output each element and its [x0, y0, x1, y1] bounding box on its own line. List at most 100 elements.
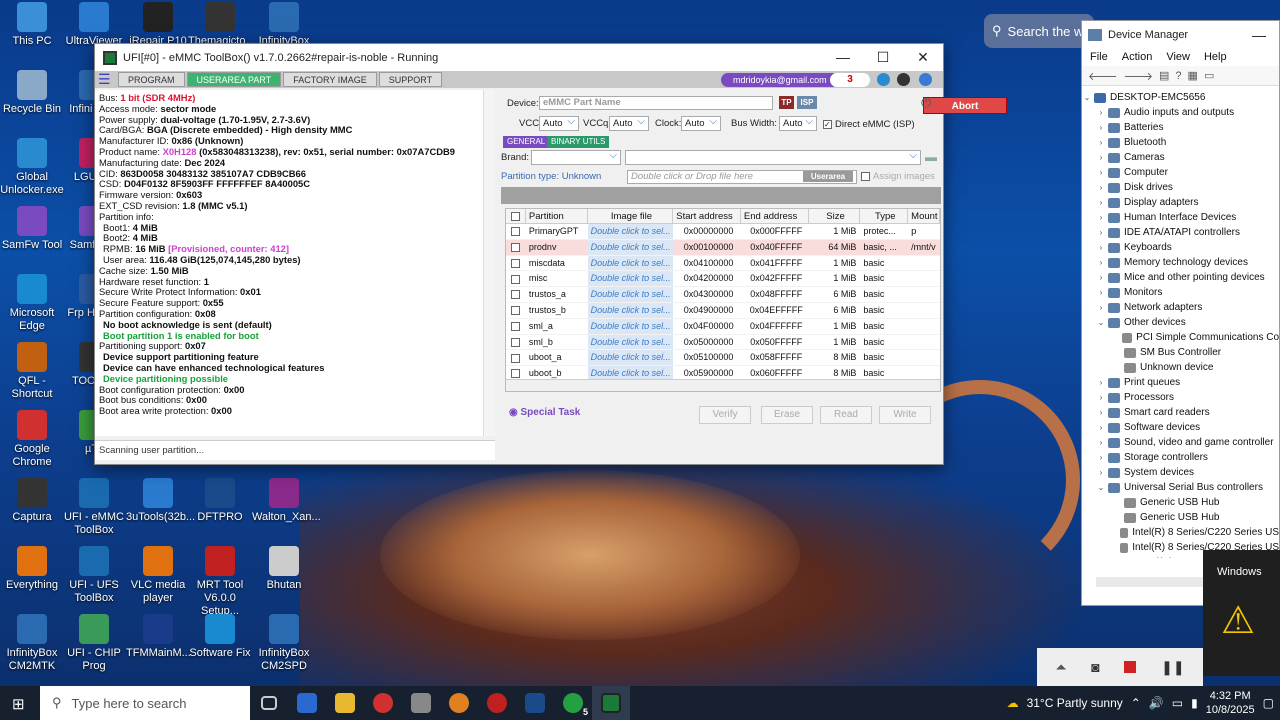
erase-button[interactable]: Erase	[761, 406, 813, 424]
read-button[interactable]: Read	[820, 406, 872, 424]
tree-node[interactable]: › System devices	[1082, 465, 1279, 480]
desktop-icon-8[interactable]: Global Unlocker.exe	[0, 138, 64, 197]
expand-icon[interactable]: ›	[1096, 375, 1106, 390]
tree-node[interactable]: › Audio inputs and outputs	[1082, 105, 1279, 120]
store-icon[interactable]	[288, 686, 326, 720]
help-icon[interactable]: ?	[1175, 70, 1181, 82]
desktop-icon-6[interactable]: Recycle Bin	[0, 70, 64, 116]
app-orange-icon[interactable]	[440, 686, 478, 720]
tree-node[interactable]: › IDE ATA/ATAPI controllers	[1082, 225, 1279, 240]
col-mount[interactable]: Mount p	[908, 209, 940, 237]
desktop-icon-3[interactable]: iRepair P10	[126, 2, 190, 48]
row-checkbox[interactable]	[506, 319, 526, 334]
table-row[interactable]: prodnv Double click to sel... 0x00100000 0x…	[506, 239, 940, 256]
menu-file[interactable]: File	[1090, 48, 1108, 66]
model-select[interactable]	[625, 149, 921, 165]
vccq-select[interactable]: Auto	[609, 115, 649, 131]
table-row[interactable]: trustos_b Double click to sel... 0x0490000…	[506, 302, 940, 319]
task-view-icon[interactable]	[250, 686, 288, 720]
menu-action[interactable]: Action	[1122, 48, 1153, 66]
table-cell[interactable]: Double click to sel...	[587, 287, 674, 302]
chrome-icon[interactable]	[364, 686, 402, 720]
desktop-icon-23[interactable]: Everything	[0, 546, 64, 592]
account-email[interactable]: mdridoykia@gmail.com	[721, 73, 839, 87]
tp-button[interactable]: TP	[779, 96, 794, 109]
assign-images-checkbox[interactable]: Assign images	[861, 171, 935, 182]
expand-icon[interactable]: ›	[1096, 210, 1106, 225]
tree-node[interactable]: › Bluetooth	[1082, 135, 1279, 150]
row-checkbox[interactable]	[506, 350, 526, 365]
expand-icon[interactable]: ›	[1096, 165, 1106, 180]
expand-icon[interactable]: ›	[1096, 390, 1106, 405]
notification-center-icon[interactable]: ▢	[1263, 696, 1274, 710]
expand-icon[interactable]: ⌄	[1096, 480, 1106, 495]
desktop-icon-26[interactable]: MRT Tool V6.0.0 Setup...	[188, 546, 252, 618]
desktop-icon-2[interactable]: UltraViewer	[62, 2, 126, 48]
table-row[interactable]: sml_b Double click to sel... 0x05000000 0x0…	[506, 334, 940, 351]
search-pill[interactable]: ⚲ Search the w	[984, 14, 1094, 48]
write-button[interactable]: Write	[879, 406, 931, 424]
table-cell[interactable]: Double click to sel...	[587, 318, 674, 334]
tree-node[interactable]: › Monitors	[1082, 285, 1279, 300]
direct-emmc-checkbox[interactable]: ✓ Direct eMMC (ISP)	[823, 119, 915, 130]
isp-button[interactable]: ISP	[797, 96, 817, 109]
desktop-icon-1[interactable]: This PC	[0, 2, 64, 48]
expand-icon[interactable]: ›	[1096, 285, 1106, 300]
table-row[interactable]: misc Double click to sel... 0x04200000 0x04…	[506, 271, 940, 288]
expand-icon[interactable]: ›	[1096, 270, 1106, 285]
download-icon[interactable]	[877, 73, 890, 86]
table-row[interactable]: trustos_a Double click to sel... 0x0430000…	[506, 287, 940, 303]
weather-text[interactable]: 31°C Partly sunny	[1027, 696, 1123, 710]
tree-node[interactable]: › Storage controllers	[1082, 450, 1279, 465]
taskbar-search[interactable]: ⚲ Type here to search	[40, 686, 250, 720]
tree-node[interactable]: PCI Simple Communications Co	[1082, 330, 1279, 345]
tree-node[interactable]: › Processors	[1082, 390, 1279, 405]
tree-node[interactable]: ⌄ Other devices	[1082, 315, 1279, 330]
expand-icon[interactable]: ›	[1096, 240, 1106, 255]
stop-icon[interactable]	[1124, 661, 1137, 673]
desktop-icon-25[interactable]: VLC media player	[126, 546, 190, 605]
row-checkbox[interactable]	[506, 303, 526, 318]
desktop-icon-16[interactable]: Google Chrome	[0, 410, 64, 469]
expand-icon[interactable]: ›	[1096, 465, 1106, 480]
tree-node[interactable]: › Smart card readers	[1082, 405, 1279, 420]
properties-icon[interactable]: ▤	[1159, 69, 1169, 82]
abort-button[interactable]: Abort	[923, 97, 1007, 114]
tree-node[interactable]: Unknown device	[1082, 360, 1279, 375]
desktop-icon-18[interactable]: Captura	[0, 478, 64, 524]
desktop-icon-20[interactable]: 3uTools(32b...	[126, 478, 195, 524]
expand-icon[interactable]: ›	[1096, 180, 1106, 195]
col-size[interactable]: Size	[809, 209, 861, 223]
subtab-general[interactable]: GENERAL	[503, 136, 550, 148]
col-image-file[interactable]: Image file	[588, 209, 674, 223]
expand-icon[interactable]: ›	[1096, 120, 1106, 135]
menu-help[interactable]: Help	[1204, 48, 1227, 66]
tab-factory-image[interactable]: FACTORY IMAGE	[283, 72, 377, 87]
power-icon[interactable]: ⏻	[921, 95, 931, 111]
menu-icon[interactable]: ☰	[98, 72, 111, 86]
expand-icon[interactable]: ›	[1096, 255, 1106, 270]
col-type[interactable]: Type	[860, 209, 909, 223]
folder-icon[interactable]: ▬	[925, 150, 937, 164]
subtab-binary-utils[interactable]: BINARY UTILS	[547, 136, 610, 148]
table-cell[interactable]: Double click to sel...	[587, 271, 674, 287]
desktop-icon-29[interactable]: UFI - CHIP Prog	[62, 614, 126, 673]
expand-icon[interactable]: ›	[1096, 105, 1106, 120]
file-explorer-icon[interactable]	[326, 686, 364, 720]
dm-minimize-button[interactable]: —	[1239, 27, 1279, 43]
expand-icon[interactable]: ›	[1096, 450, 1106, 465]
desktop-icon-31[interactable]: Software Fix	[188, 614, 252, 660]
expand-icon[interactable]: ›	[1096, 420, 1106, 435]
row-checkbox[interactable]	[506, 240, 526, 255]
recorder-app-icon[interactable]	[478, 686, 516, 720]
back-icon[interactable]: 🡐	[1088, 69, 1118, 83]
tree-node[interactable]: SM Bus Controller	[1082, 345, 1279, 360]
tree-node[interactable]: Generic USB Hub	[1082, 495, 1279, 510]
tab-userarea-part[interactable]: USERAREA PART	[186, 72, 282, 87]
volume-icon[interactable]: 🔊	[1149, 696, 1164, 710]
info-icon[interactable]	[897, 73, 910, 86]
special-task-button[interactable]: ◉ Special Task	[509, 407, 580, 418]
tree-node[interactable]: ⌄ Universal Serial Bus controllers	[1082, 480, 1279, 495]
desktop-icon-12[interactable]: Microsoft Edge	[0, 274, 64, 333]
clock-select[interactable]: Auto	[681, 115, 721, 131]
